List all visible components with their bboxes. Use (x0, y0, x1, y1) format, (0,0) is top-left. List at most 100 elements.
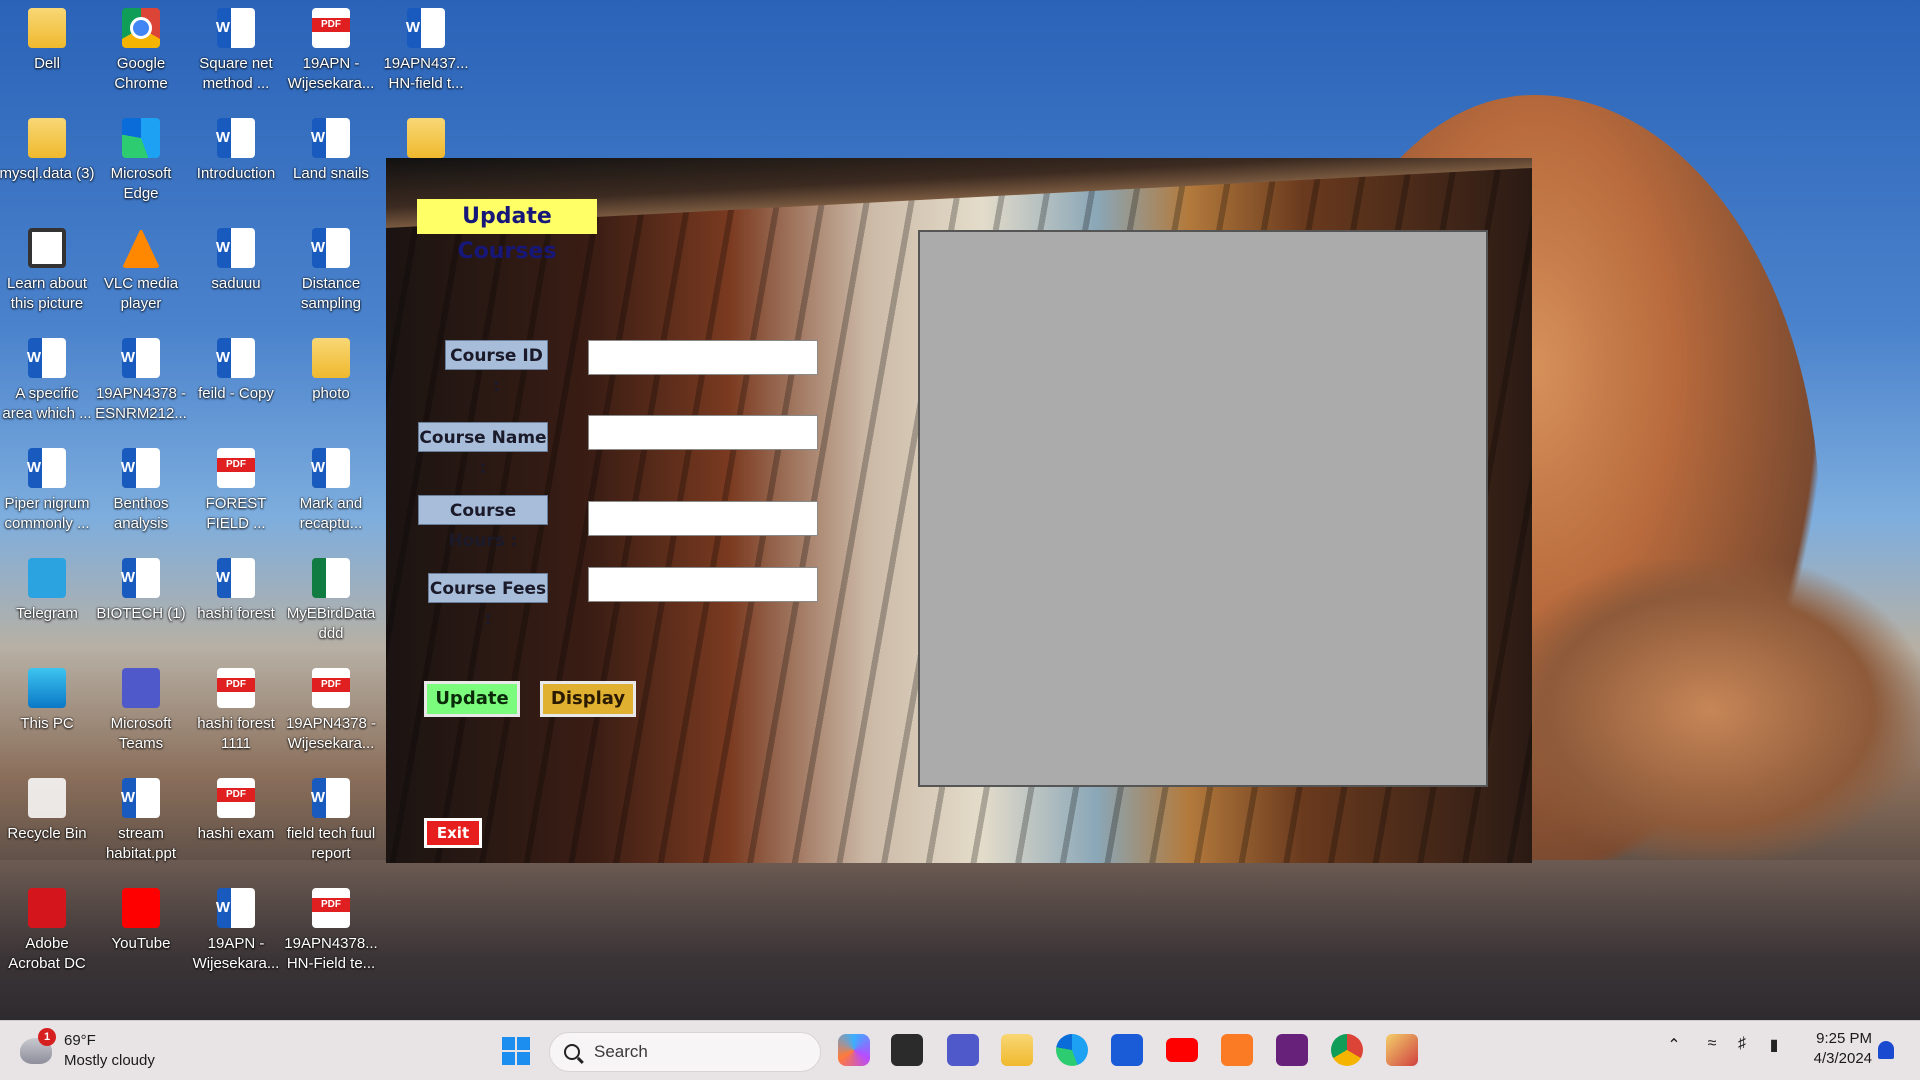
pdf-icon: PDF (312, 888, 350, 928)
desktop-icon-19apn4378-pdf[interactable]: PDF 19APN4378 -Wijesekara... (283, 662, 379, 762)
desktop-icon-hashi-forest-1111[interactable]: PDF hashi forest 1111 (188, 662, 284, 762)
windows-logo-pane (517, 1052, 530, 1065)
desktop-icon-telegram[interactable]: Telegram (0, 552, 95, 652)
desktop-icon-label: Recycle Bin (7, 825, 87, 842)
wifi-icon[interactable]: ≈ (1700, 1035, 1724, 1065)
desktop-icon-biotech[interactable]: BIOTECH (1) (93, 552, 189, 652)
desktop-icon-19apn4378-field[interactable]: PDF 19APN4378... HN-Field te... (283, 882, 379, 982)
volume-icon[interactable]: ♯ (1730, 1035, 1754, 1065)
notification-bell-icon[interactable] (1878, 1041, 1894, 1059)
chevron-up-icon[interactable]: ⌃ (1662, 1035, 1686, 1065)
file-explorer-icon[interactable] (1001, 1034, 1033, 1066)
desktop-icon-square-net[interactable]: Square net method ... (188, 2, 284, 102)
windows-logo-pane (502, 1052, 515, 1065)
pdf-icon: PDF (217, 778, 255, 818)
desktop-icon-19apn-pdf[interactable]: PDF 19APN -Wijesekara... (283, 2, 379, 102)
pdf-icon: PDF (312, 668, 350, 708)
desktop-icon-learn-picture[interactable]: Learn about this picture (0, 222, 95, 322)
desktop-icon-distance-sampling[interactable]: Distance sampling (283, 222, 379, 322)
chrome-icon[interactable] (1331, 1034, 1363, 1066)
desktop-icon-introduction[interactable]: Introduction (188, 112, 284, 212)
desktop-icon-label: BIOTECH (1) (96, 605, 186, 622)
desktop-icon-label: stream habitat.ppt (105, 825, 177, 862)
xampp-icon[interactable] (1221, 1034, 1253, 1066)
course-id-input[interactable] (588, 340, 818, 375)
weather-temp: 69°F (64, 1032, 96, 1049)
desktop-icon-forest-field[interactable]: PDF FOREST FIELD ... (188, 442, 284, 542)
word-doc-icon (122, 778, 160, 818)
desktop-icon-specific-area[interactable]: A specific area which ... (0, 332, 95, 432)
display-button[interactable]: Display (540, 681, 636, 717)
desktop-icon-label: Land snails (293, 165, 369, 182)
desktop-icon-vlc[interactable]: VLC media player (93, 222, 189, 322)
desktop-icon-label: Google Chrome (114, 55, 168, 92)
desktop-icon-land-snails[interactable]: Land snails (283, 112, 379, 212)
copilot-icon[interactable] (838, 1034, 870, 1066)
desktop-icon-acrobat[interactable]: Adobe Acrobat DC (0, 882, 95, 982)
course-fees-input[interactable] (588, 567, 818, 602)
task-view-icon[interactable] (891, 1034, 923, 1066)
weather-condition: Mostly cloudy (64, 1052, 155, 1069)
desktop-icon-edge[interactable]: Microsoft Edge (93, 112, 189, 212)
desktop-icon-label: Distance sampling (300, 275, 362, 312)
desktop-icon-label: 19APN4378 -Wijesekara... (285, 715, 377, 752)
youtube-icon[interactable] (1166, 1038, 1198, 1062)
pdf-icon: PDF (217, 448, 255, 488)
desktop-icon-19apn-doc[interactable]: 19APN -Wijesekara... (188, 882, 284, 982)
desktop-icon-label: Introduction (196, 165, 276, 182)
taskbar-clock[interactable]: 9:25 PM 4/3/2024 (1800, 1029, 1872, 1069)
youtube-icon (122, 888, 160, 928)
search-icon (564, 1044, 580, 1060)
desktop-icon-label: YouTube (111, 935, 171, 952)
update-courses-window: Update Courses Course ID : Course Name :… (386, 158, 1532, 863)
desktop-icon-piper-nigrum[interactable]: Piper nigrum commonly ... (0, 442, 95, 542)
battery-icon[interactable]: ▮ (1760, 1035, 1788, 1065)
desktop-icon-mark-recapture[interactable]: Mark and recaptu... (283, 442, 379, 542)
desktop-icon-hashi-exam[interactable]: PDF hashi exam (188, 772, 284, 872)
desktop-icon-esnrm[interactable]: 19APN4378 -ESNRM212... (93, 332, 189, 432)
course-id-label: Course ID : (445, 340, 548, 396)
edge-icon[interactable] (1056, 1034, 1088, 1066)
desktop-icon-feild-copy[interactable]: feild - Copy (188, 332, 284, 432)
desktop-icon-label: A specific area which ... (2, 385, 92, 422)
desktop-icon-saduuu[interactable]: saduuu (188, 222, 284, 322)
desktop-icon-hashi-forest[interactable]: hashi forest (188, 552, 284, 652)
desktop-icon-benthos[interactable]: Benthos analysis (93, 442, 189, 542)
clock-time: 9:25 PM (1816, 1030, 1872, 1047)
desktop-icon-photo[interactable]: photo (283, 332, 379, 432)
teams-icon[interactable] (947, 1034, 979, 1066)
app-icon[interactable] (1386, 1034, 1418, 1066)
word-doc-icon (312, 228, 350, 268)
weather-text: 69°F Mostly cloudy (64, 1031, 155, 1071)
desktop-icon-this-pc[interactable]: This PC (0, 662, 95, 762)
taskbar-search[interactable]: Search (549, 1032, 821, 1072)
word-doc-icon (217, 338, 255, 378)
visual-studio-icon[interactable] (1276, 1034, 1308, 1066)
desktop-icon-myebirddata[interactable]: MyEBirdData ddd (283, 552, 379, 652)
desktop-icon-youtube[interactable]: YouTube (93, 882, 189, 982)
weather-widget[interactable]: 1 69°F Mostly cloudy (20, 1028, 200, 1073)
desktop-icon-label: mysql.data (3) (0, 165, 95, 182)
vlc-icon (122, 228, 160, 268)
word-doc-icon (28, 448, 66, 488)
desktop-icon-chrome[interactable]: Google Chrome (93, 2, 189, 102)
desktop-icon-field-tech-report[interactable]: field tech fuul report (283, 772, 379, 872)
desktop-icon-mysql-data[interactable]: mysql.data (3) (0, 112, 95, 212)
update-button[interactable]: Update (424, 681, 520, 717)
desktop-icon-stream-habitat[interactable]: stream habitat.ppt (93, 772, 189, 872)
word-doc-icon (122, 338, 160, 378)
windows-logo-pane (502, 1037, 515, 1050)
course-name-input[interactable] (588, 415, 818, 450)
exit-button[interactable]: Exit (424, 818, 482, 848)
desktop-icon-19apn437[interactable]: 19APN437... HN-field t... (378, 2, 474, 102)
word-doc-icon (312, 448, 350, 488)
desktop-icon-recycle-bin[interactable]: Recycle Bin (0, 772, 95, 872)
store-icon[interactable] (1111, 1034, 1143, 1066)
course-display-panel[interactable] (918, 230, 1488, 787)
desktop-icon-dell[interactable]: Dell (0, 2, 95, 102)
desktop-icon-teams[interactable]: Microsoft Teams (93, 662, 189, 762)
word-doc-icon (312, 118, 350, 158)
recycle-bin-icon (28, 778, 66, 818)
start-button[interactable] (502, 1037, 530, 1065)
course-hours-input[interactable] (588, 501, 818, 536)
